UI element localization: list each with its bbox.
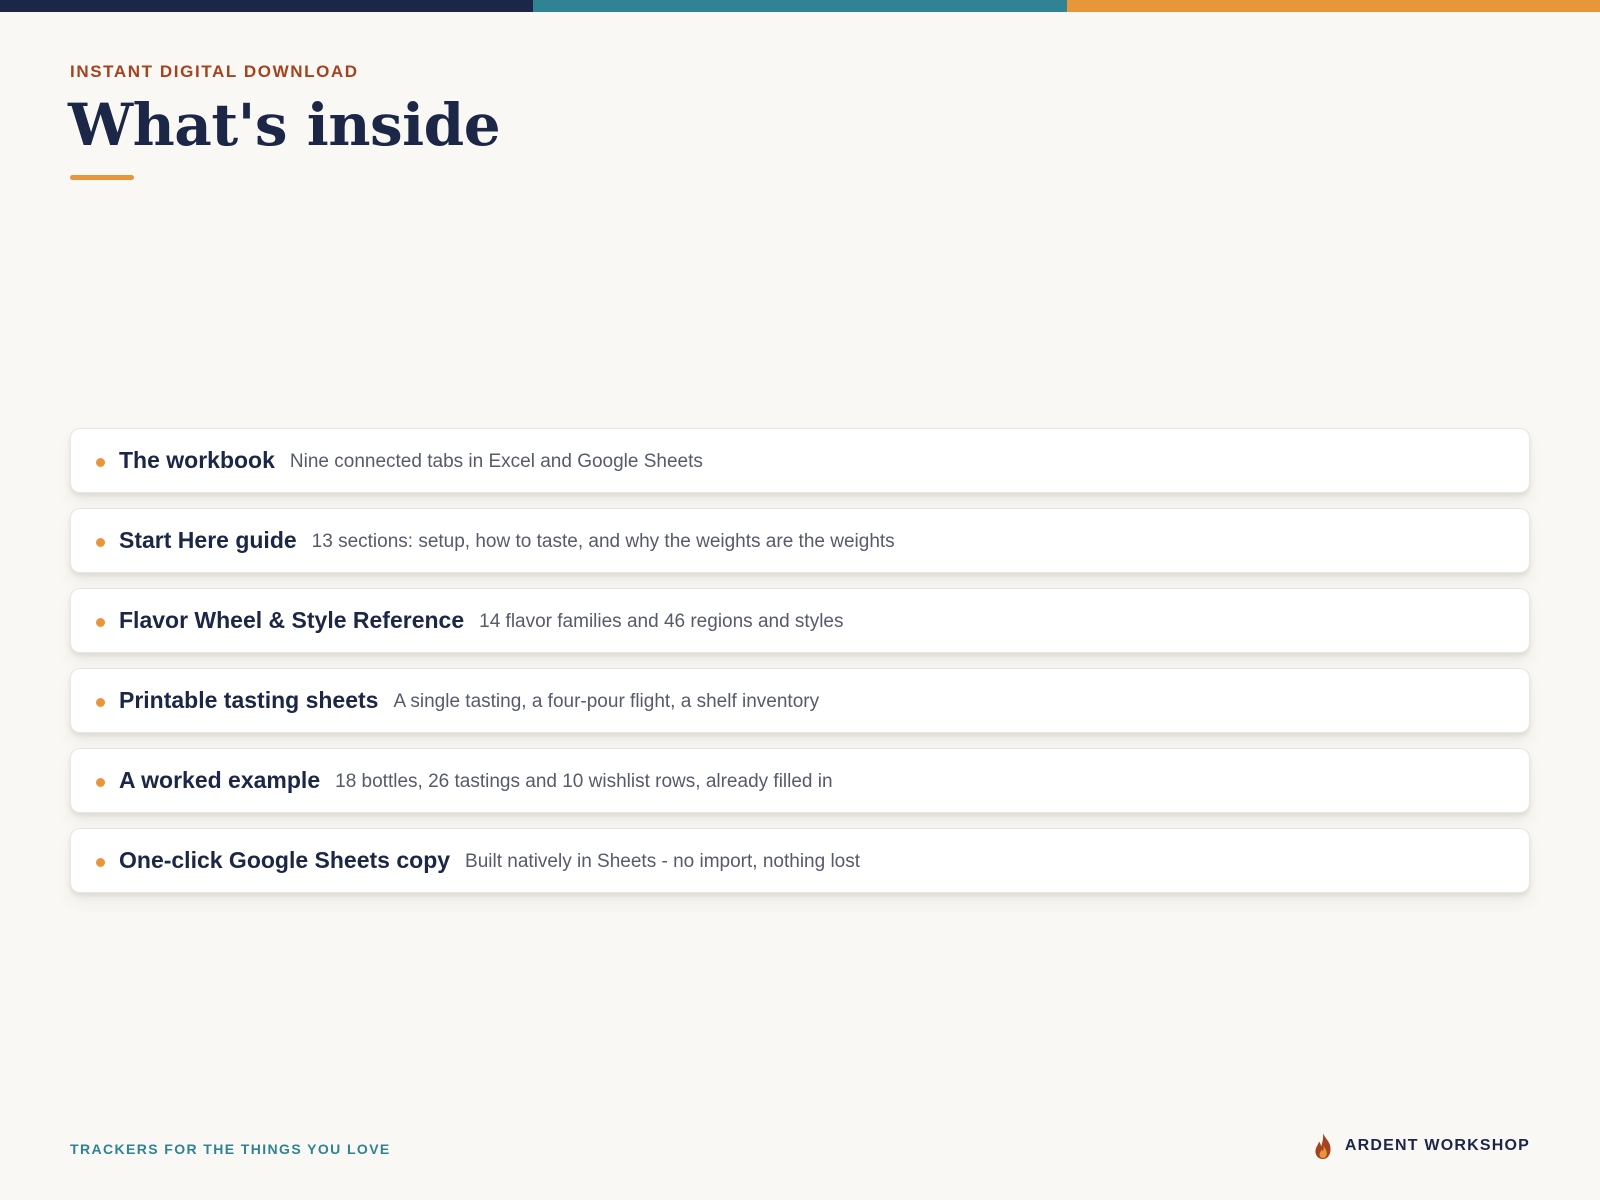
item-description: 13 sections: setup, how to taste, and wh… <box>311 530 895 552</box>
item-title: The workbook <box>119 447 275 473</box>
footer-tagline: TRACKERS FOR THE THINGS YOU LOVE <box>70 1141 391 1157</box>
bullet-dot-icon <box>96 698 105 707</box>
item-description: A single tasting, a four-pour flight, a … <box>393 690 820 712</box>
list-item-flavor-wheel: Flavor Wheel & Style Reference 14 flavor… <box>70 588 1530 653</box>
list-item-tasting-sheets: Printable tasting sheets A single tastin… <box>70 668 1530 733</box>
brand-name: ARDENT WORKSHOP <box>1344 1137 1530 1154</box>
list-item-worked-example: A worked example 18 bottles, 26 tastings… <box>70 748 1530 813</box>
list-item-start-here-guide: Start Here guide 13 sections: setup, how… <box>70 508 1530 573</box>
top-bar-teal-segment <box>533 0 1067 12</box>
bullet-dot-icon <box>96 538 105 547</box>
item-title: Printable tasting sheets <box>119 687 379 713</box>
top-bar-navy-segment <box>0 0 534 12</box>
item-description: 14 flavor families and 46 regions and st… <box>479 610 844 632</box>
list-item-workbook: The workbook Nine connected tabs in Exce… <box>70 428 1530 493</box>
item-title: One-click Google Sheets copy <box>119 847 451 873</box>
bullet-dot-icon <box>96 858 105 867</box>
bullet-dot-icon <box>96 458 105 467</box>
item-title: Start Here guide <box>119 527 297 553</box>
top-bar-orange-segment <box>1066 0 1600 12</box>
bullet-dot-icon <box>96 778 105 787</box>
brand-mark: ARDENT WORKSHOP <box>1311 1132 1530 1160</box>
item-title: Flavor Wheel & Style Reference <box>119 607 465 633</box>
bullet-dot-icon <box>96 618 105 627</box>
contents-list: The workbook Nine connected tabs in Exce… <box>70 428 1530 908</box>
eyebrow-label: INSTANT DIGITAL DOWNLOAD <box>70 62 359 81</box>
list-item-google-sheets-copy: One-click Google Sheets copy Built nativ… <box>70 828 1530 893</box>
item-description: 18 bottles, 26 tastings and 10 wishlist … <box>335 770 833 792</box>
item-description: Built natively in Sheets - no import, no… <box>465 850 861 872</box>
item-title: A worked example <box>119 767 321 793</box>
page-title: What's inside <box>68 91 501 159</box>
top-color-bar <box>0 0 1600 12</box>
title-underline <box>70 175 134 180</box>
item-description: Nine connected tabs in Excel and Google … <box>289 450 703 472</box>
flame-icon <box>1315 1133 1331 1159</box>
